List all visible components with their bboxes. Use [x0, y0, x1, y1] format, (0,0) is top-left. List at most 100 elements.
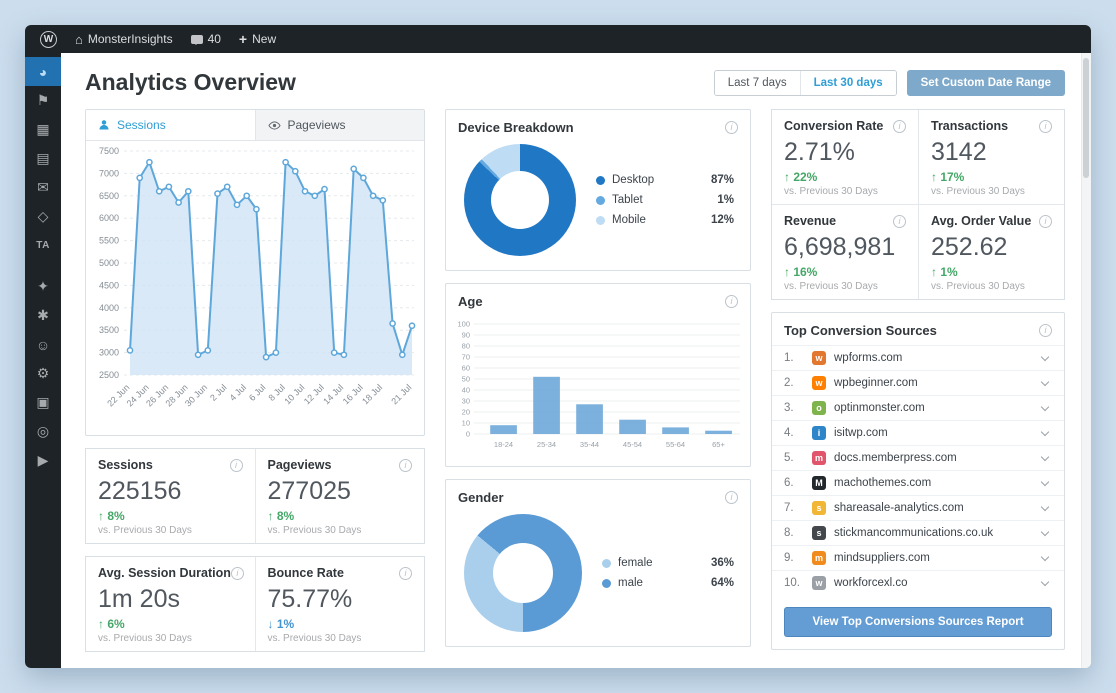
metric-label: Sessions [98, 458, 153, 472]
wordpress-menu[interactable] [31, 25, 66, 53]
chevron-down-icon[interactable] [1040, 527, 1050, 537]
source-favicon: w [812, 351, 826, 365]
metric-conversion-rate: Conversion Rate 2.71% ↑ 22% vs. Previous… [772, 110, 918, 204]
conversion-source-row[interactable]: 9. m mindsuppliers.com [772, 545, 1064, 570]
info-icon[interactable] [725, 121, 738, 134]
monsterinsights-analytics-icon[interactable]: ◕ [25, 57, 61, 86]
info-icon[interactable] [230, 566, 244, 580]
view-top-conversions-report-button[interactable]: View Top Conversions Sources Report [784, 607, 1052, 637]
site-menu[interactable]: MonsterInsights [66, 25, 182, 53]
svg-text:45-54: 45-54 [623, 440, 642, 449]
admin-bar-comments[interactable]: 40 [182, 25, 230, 53]
info-icon[interactable] [1039, 119, 1052, 133]
chevron-down-icon[interactable] [1040, 352, 1050, 362]
chart-tabbar: Sessions Pageviews [86, 110, 424, 141]
media-icon[interactable]: ▦ [25, 115, 61, 144]
last-30-days-button[interactable]: Last 30 days [799, 70, 896, 95]
svg-text:16 Jul: 16 Jul [341, 382, 365, 406]
conversion-source-row[interactable]: 2. w wpbeginner.com [772, 370, 1064, 395]
chevron-down-icon[interactable] [1040, 552, 1050, 562]
site-name: MonsterInsights [87, 32, 173, 46]
wrench-icon[interactable]: ⚙ [25, 359, 61, 388]
plugins-icon[interactable]: ✱ [25, 301, 61, 330]
home-icon [75, 32, 83, 47]
pin-icon[interactable]: ⚑ [25, 86, 61, 115]
last-7-days-button[interactable]: Last 7 days [714, 70, 800, 95]
svg-text:90: 90 [462, 331, 470, 340]
reports-icon[interactable]: ▣ [25, 388, 61, 417]
svg-text:10 Jul: 10 Jul [282, 382, 306, 406]
source-favicon: i [812, 426, 826, 440]
info-icon[interactable] [229, 458, 243, 472]
metric-comparison: vs. Previous 30 Days [784, 281, 878, 292]
conversion-source-row[interactable]: 1. w wpforms.com [772, 345, 1064, 370]
comments-icon[interactable]: ✉ [25, 173, 61, 202]
legend-label: Mobile [612, 214, 646, 226]
legend-value: 12% [710, 214, 734, 226]
pages-icon[interactable]: ▤ [25, 144, 61, 173]
conversion-source-row[interactable]: 7. s shareasale-analytics.com [772, 495, 1064, 520]
tab-pageviews[interactable]: Pageviews [256, 110, 425, 140]
chevron-down-icon[interactable] [1040, 402, 1050, 412]
accessibility-icon[interactable]: ◎ [25, 417, 61, 446]
svg-text:5000: 5000 [99, 258, 119, 268]
set-custom-date-range-button[interactable]: Set Custom Date Range [906, 69, 1065, 96]
admin-bar: MonsterInsights 40 New [25, 25, 1091, 53]
svg-text:5500: 5500 [99, 236, 119, 246]
svg-text:7500: 7500 [99, 146, 119, 156]
info-icon[interactable] [399, 566, 412, 580]
svg-text:10: 10 [462, 419, 470, 428]
source-favicon: m [812, 451, 826, 465]
info-icon[interactable] [1039, 214, 1052, 228]
scrollbar-thumb[interactable] [1083, 58, 1089, 178]
users-icon[interactable]: ☺ [25, 330, 61, 359]
svg-text:0: 0 [466, 430, 470, 439]
source-favicon: s [812, 526, 826, 540]
source-rank: 6. [784, 477, 794, 489]
chevron-down-icon[interactable] [1040, 427, 1050, 437]
svg-text:30 Jun: 30 Jun [183, 382, 209, 408]
info-icon[interactable] [893, 214, 906, 228]
chevron-down-icon[interactable] [1040, 502, 1050, 512]
svg-text:2 Jul: 2 Jul [208, 382, 229, 403]
info-icon[interactable] [893, 119, 906, 133]
svg-text:4500: 4500 [99, 280, 119, 290]
media-play-icon[interactable]: ▶ [25, 446, 61, 475]
legend-row: Tablet 1% [596, 194, 734, 206]
svg-text:100: 100 [457, 320, 470, 329]
shield-icon[interactable]: ◇ [25, 202, 61, 231]
top-conversion-sources-card: Top Conversion Sources 1. w wpforms.com 2. w… [771, 312, 1065, 650]
conversion-source-row[interactable]: 6. Mmachothemes.com [772, 470, 1064, 495]
source-favicon: M [812, 476, 826, 490]
info-icon[interactable] [725, 491, 738, 504]
conversion-source-row[interactable]: 3. o optinmonster.com [772, 395, 1064, 420]
conversion-source-row[interactable]: 8. s stickmancommunications.co.uk [772, 520, 1064, 545]
svg-text:65+: 65+ [712, 440, 725, 449]
tab-sessions[interactable]: Sessions [86, 110, 256, 140]
info-icon[interactable] [1039, 324, 1052, 337]
age-card: Age 0 10 20 30 40 50 60 70 80 90 100 18-24 25-34 35-4… [445, 283, 751, 467]
source-domain: optinmonster.com [834, 402, 925, 414]
chevron-down-icon[interactable] [1040, 452, 1050, 462]
chevron-down-icon[interactable] [1040, 477, 1050, 487]
legend-label: Desktop [612, 174, 655, 186]
info-icon[interactable] [399, 458, 412, 472]
conversion-source-row[interactable]: 10. w workforcexl.co [772, 570, 1064, 595]
scrollbar[interactable] [1081, 53, 1091, 668]
comments-count: 40 [207, 32, 221, 46]
metric-change: ↑ 8% [267, 509, 295, 523]
card-title: Device Breakdown [458, 120, 574, 135]
metric-bounce-rate: Bounce Rate 75.77% ↓ 1% vs. Previous 30 … [254, 557, 425, 651]
info-icon[interactable] [725, 295, 738, 308]
tools-icon[interactable]: ✦ [25, 272, 61, 301]
svg-text:80: 80 [462, 342, 470, 351]
conversion-source-row[interactable]: 5. m docs.memberpress.com [772, 445, 1064, 470]
source-domain: machothemes.com [834, 477, 932, 489]
chevron-down-icon[interactable] [1040, 577, 1050, 587]
ta-plugin-icon[interactable]: TA [25, 231, 61, 260]
admin-bar-new[interactable]: New [230, 25, 285, 53]
metric-avg-order-value: Avg. Order Value 252.62 ↑ 1% vs. Previou… [918, 204, 1064, 299]
conversion-source-row[interactable]: 4. i isitwp.com [772, 420, 1064, 445]
metric-comparison: vs. Previous 30 Days [267, 633, 362, 644]
chevron-down-icon[interactable] [1040, 377, 1050, 387]
